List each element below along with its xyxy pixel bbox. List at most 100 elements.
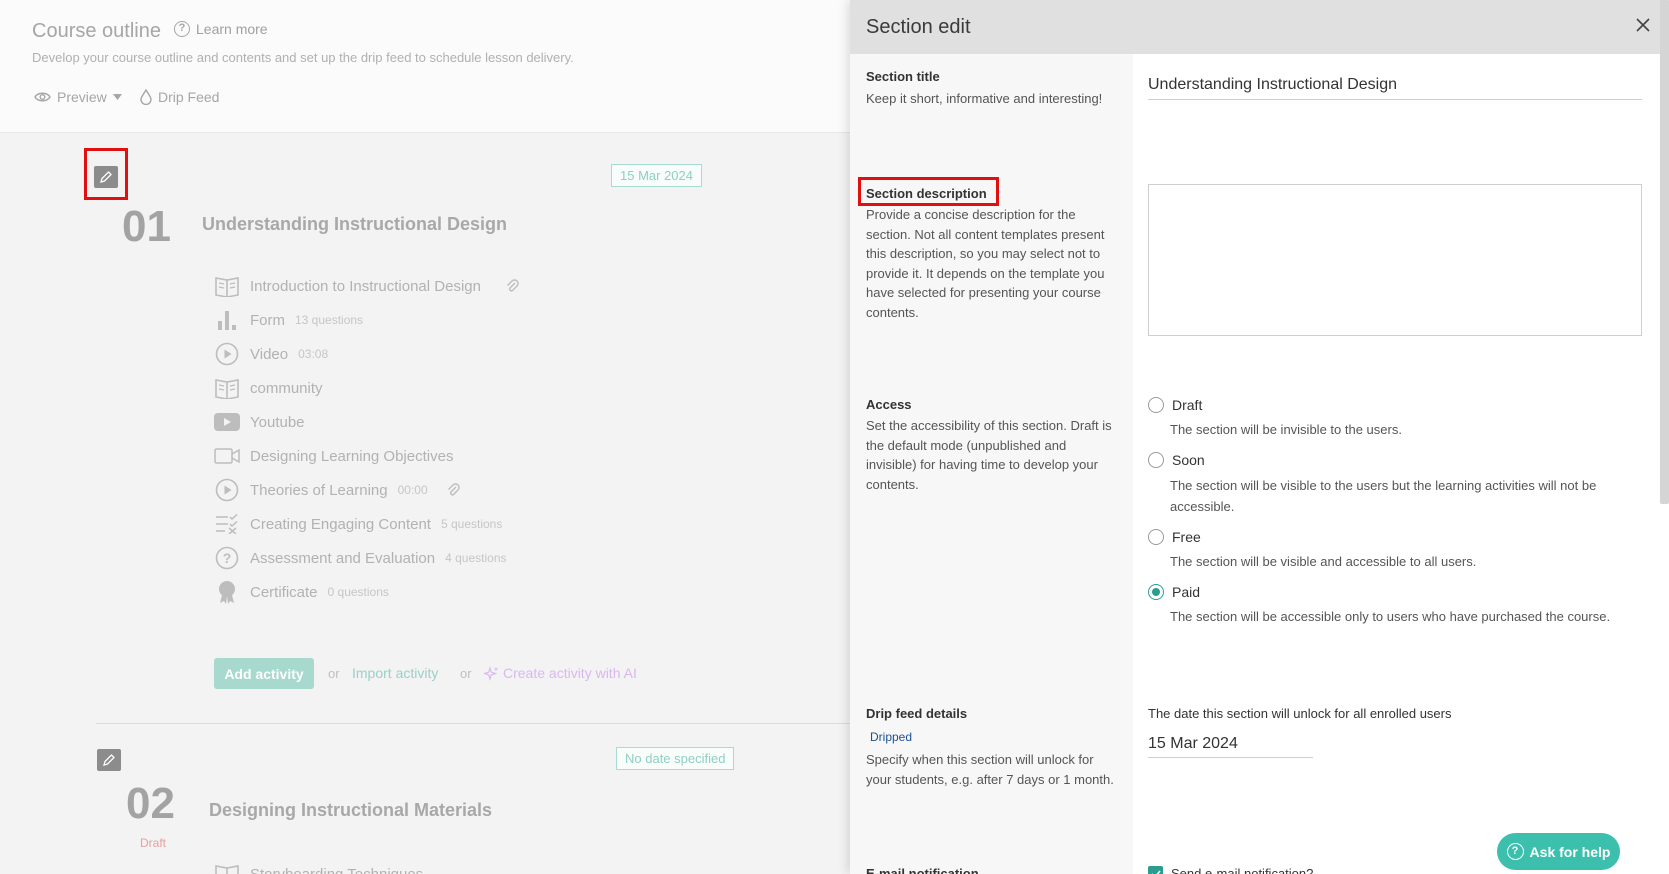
activity-label: Creating Engaging Content xyxy=(250,515,431,533)
activity-meta: 4 questions xyxy=(445,551,507,565)
ask-for-help-button[interactable]: ? Ask for help xyxy=(1497,833,1620,870)
question-circle-icon: ? xyxy=(215,546,239,570)
section-1-title[interactable]: Understanding Instructional Design xyxy=(202,214,507,235)
activity-meta: 13 questions xyxy=(295,313,364,327)
access-option-paid[interactable]: Paid xyxy=(1148,584,1200,600)
access-option-soon[interactable]: Soon xyxy=(1148,452,1205,468)
course-outline-area: Course outline ? Learn more Develop your… xyxy=(0,0,850,874)
highlight-edit-icon xyxy=(84,148,128,200)
close-button[interactable] xyxy=(1632,14,1654,36)
section-edit-panel: Section edit Section title Keep it short… xyxy=(850,0,1669,874)
section-2-status: Draft xyxy=(140,836,167,850)
email-notification-checkbox[interactable] xyxy=(1148,866,1163,874)
bar-chart-icon xyxy=(218,311,236,330)
import-activity-link[interactable]: Import activity xyxy=(352,665,438,681)
access-option-desc: The section will be invisible to the use… xyxy=(1170,422,1402,437)
close-icon xyxy=(1636,18,1650,32)
access-help: Set the accessibility of this section. D… xyxy=(866,418,1112,492)
drop-icon xyxy=(140,89,152,105)
outline-header: Course outline ? Learn more Develop your… xyxy=(0,0,850,133)
radio-free[interactable] xyxy=(1148,529,1164,545)
eye-icon xyxy=(34,92,51,102)
section-2-title[interactable]: Designing Instructional Materials xyxy=(209,800,492,821)
activity-item[interactable]: Introduction to Instructional Design xyxy=(214,274,519,298)
radio-soon[interactable] xyxy=(1148,452,1164,468)
preview-button[interactable]: Preview xyxy=(34,89,122,105)
drip-feed-label: Drip feed details xyxy=(866,706,968,721)
dripped-tag: Dripped xyxy=(870,730,913,744)
create-activity-ai-link[interactable]: Create activity with AI xyxy=(484,665,637,681)
panel-title: Section edit xyxy=(866,16,971,38)
activity-item[interactable]: Form 13 questions xyxy=(214,308,363,332)
drip-date-label: The date this section will unlock for al… xyxy=(1148,706,1452,721)
help-circle-icon: ? xyxy=(1506,843,1524,860)
activity-label: Introduction to Instructional Design xyxy=(250,277,481,295)
preview-label: Preview xyxy=(57,89,107,105)
certificate-icon xyxy=(219,581,235,604)
drip-feed-help: Specify when this section will unlock fo… xyxy=(866,752,1114,787)
drip-date-input[interactable] xyxy=(1148,730,1313,758)
edit-section-2-button[interactable] xyxy=(97,749,121,771)
pencil-icon xyxy=(103,754,115,766)
activity-item[interactable]: Creating Engaging Content 5 questions xyxy=(214,512,502,536)
activity-item[interactable]: community xyxy=(214,376,323,400)
paperclip-icon xyxy=(506,279,519,292)
or-separator: or xyxy=(328,666,340,681)
section-title-input[interactable] xyxy=(1148,70,1642,100)
check-icon xyxy=(1151,869,1161,874)
activity-label: Certificate xyxy=(250,583,318,601)
panel-scrollbar[interactable] xyxy=(1660,0,1669,504)
section-description-help: Provide a concise description for the se… xyxy=(866,207,1105,320)
radio-paid[interactable] xyxy=(1148,584,1164,600)
email-notification-label: E-mail notification xyxy=(866,866,979,874)
activity-label: Form xyxy=(250,311,285,329)
book-icon xyxy=(215,379,239,399)
activity-item[interactable]: Youtube xyxy=(214,410,305,434)
section-2-date-badge: No date specified xyxy=(616,747,735,770)
activity-item[interactable]: ? Assessment and Evaluation 4 questions xyxy=(214,546,507,570)
access-option-free[interactable]: Free xyxy=(1148,529,1201,545)
drip-feed-button[interactable]: Drip Feed xyxy=(140,89,219,105)
section-1-date-badge: 15 Mar 2024 xyxy=(611,164,702,187)
activity-item[interactable]: Theories of Learning 00:00 xyxy=(214,478,460,502)
activity-item[interactable]: Storyboarding Techniques xyxy=(214,862,423,874)
activity-label: community xyxy=(250,379,323,397)
access-option-desc: The section will be visible and accessib… xyxy=(1170,554,1477,569)
email-notification-option[interactable]: Send e-mail notification? xyxy=(1148,866,1313,874)
learn-more-link[interactable]: ? Learn more xyxy=(174,21,268,37)
radio-draft[interactable] xyxy=(1148,397,1164,413)
activity-item[interactable]: Video 03:08 xyxy=(214,342,328,366)
play-circle-icon xyxy=(215,342,239,366)
panel-header: Section edit xyxy=(850,0,1669,54)
ask-for-help-label: Ask for help xyxy=(1529,843,1611,860)
camera-icon xyxy=(214,448,240,464)
page-title: Course outline xyxy=(32,20,161,42)
or-separator: or xyxy=(460,666,472,681)
activity-label: Storyboarding Techniques xyxy=(250,865,424,874)
activity-label: Designing Learning Objectives xyxy=(250,447,454,465)
activity-label: Theories of Learning xyxy=(250,481,388,499)
section-description-textarea[interactable] xyxy=(1148,184,1642,336)
activity-item[interactable]: Certificate 0 questions xyxy=(214,580,389,604)
activity-item[interactable]: Designing Learning Objectives xyxy=(214,444,453,468)
access-option-draft[interactable]: Draft xyxy=(1148,397,1202,413)
access-label: Access xyxy=(866,397,912,412)
book-icon xyxy=(215,277,239,297)
activity-meta: 0 questions xyxy=(327,585,389,599)
add-activity-button[interactable]: Add activity xyxy=(214,658,314,689)
learn-more-label: Learn more xyxy=(196,21,268,37)
checklist-icon xyxy=(216,514,238,534)
sparkle-icon xyxy=(484,665,499,681)
access-option-desc: The section will be visible to the users… xyxy=(1170,478,1597,514)
drip-feed-label: Drip Feed xyxy=(158,89,220,105)
radio-label: Draft xyxy=(1172,397,1203,413)
caret-down-icon xyxy=(112,94,122,100)
section-title-help: Keep it short, informative and interesti… xyxy=(866,91,1103,106)
svg-text:?: ? xyxy=(223,550,232,566)
activity-label: Youtube xyxy=(250,413,305,431)
radio-label: Free xyxy=(1172,529,1201,545)
activity-label: Video xyxy=(250,345,289,363)
page-subtitle: Develop your course outline and contents… xyxy=(32,50,574,65)
create-activity-ai-label: Create activity with AI xyxy=(503,665,637,681)
highlight-description-label xyxy=(858,177,999,206)
